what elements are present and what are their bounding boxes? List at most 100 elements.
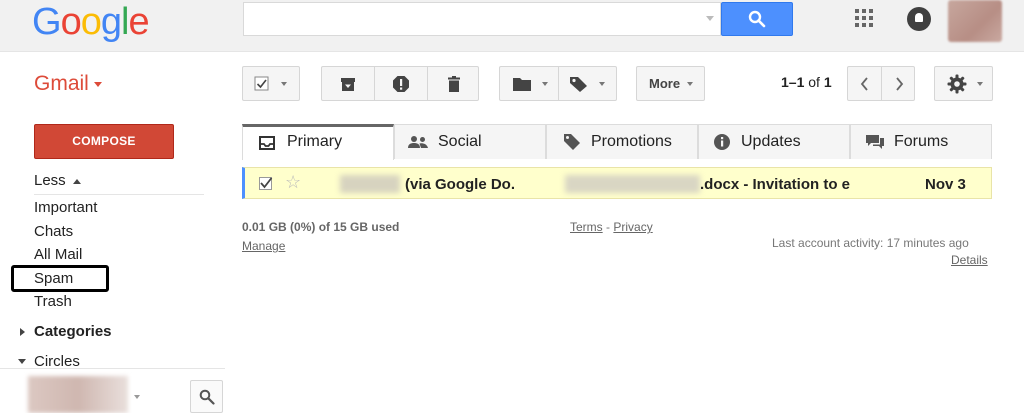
compose-button[interactable]: COMPOSE xyxy=(34,124,174,159)
checkmark-icon xyxy=(260,177,273,189)
top-bar: Google xyxy=(0,0,1024,52)
delete-button[interactable] xyxy=(428,67,480,100)
message-row[interactable]: ☆ (via Google Do. .docx - Invitation to … xyxy=(242,167,992,199)
sidebar-item-categories[interactable]: Categories xyxy=(34,323,112,340)
privacy-link[interactable]: Privacy xyxy=(613,220,652,234)
gmail-label: Gmail xyxy=(34,72,89,95)
pager-range: 1–1 xyxy=(781,74,805,90)
info-icon xyxy=(714,134,730,150)
expand-icon[interactable] xyxy=(20,328,25,336)
chevron-down-icon xyxy=(687,82,693,86)
tab-promotions[interactable]: Promotions xyxy=(546,124,698,159)
tab-label: Promotions xyxy=(591,133,672,150)
settings-button[interactable] xyxy=(934,66,993,101)
labels-button[interactable] xyxy=(559,67,617,100)
chevron-down-icon[interactable] xyxy=(134,395,140,399)
notifications-icon[interactable] xyxy=(907,7,931,31)
terms-link[interactable]: Terms xyxy=(570,220,603,234)
settings-gear-icon xyxy=(947,74,967,94)
chevron-down-icon xyxy=(281,82,287,86)
tab-forums[interactable]: Forums xyxy=(850,124,992,159)
divider xyxy=(34,194,204,195)
search-icon xyxy=(199,389,215,405)
move-label-button-group xyxy=(499,66,617,101)
redacted-subject xyxy=(565,175,700,193)
report-spam-icon xyxy=(393,76,409,92)
tab-updates[interactable]: Updates xyxy=(698,124,850,159)
gmail-menu[interactable]: Gmail xyxy=(34,72,102,96)
activity-details-link[interactable]: Details xyxy=(951,253,988,267)
search-options-icon[interactable] xyxy=(706,16,714,21)
google-logo[interactable]: Google xyxy=(32,1,150,43)
move-to-button[interactable] xyxy=(500,67,558,100)
pagination-info: 1–1 of 1 xyxy=(781,74,832,90)
sidebar-item-trash[interactable]: Trash xyxy=(34,293,72,310)
next-button[interactable] xyxy=(882,67,915,100)
select-checkbox-icon xyxy=(254,76,269,91)
search-button[interactable] xyxy=(721,2,793,36)
search-input[interactable] xyxy=(243,2,721,36)
logo-letter: G xyxy=(32,1,62,43)
report-spam-button[interactable] xyxy=(375,67,427,100)
chevron-down-icon xyxy=(977,82,983,86)
tag-icon xyxy=(564,134,580,150)
collapse-icon[interactable] xyxy=(18,359,26,364)
prev-icon xyxy=(860,77,868,91)
pager-total: 1 xyxy=(823,74,832,90)
redacted-sender xyxy=(340,175,400,193)
sidebar-item-all-mail[interactable]: All Mail xyxy=(34,246,82,263)
inbox-tabs: Primary Social Promotions Updates Forums xyxy=(242,124,992,160)
search-icon xyxy=(748,10,766,28)
last-activity: Last account activity: 17 minutes ago xyxy=(772,236,969,250)
logo-letter: o xyxy=(60,1,82,43)
chevron-up-icon xyxy=(72,178,81,184)
less-label: Less xyxy=(34,172,66,189)
tab-label: Updates xyxy=(741,133,801,150)
select-button[interactable] xyxy=(242,66,300,101)
sidebar-item-important[interactable]: Important xyxy=(34,199,97,216)
pager-of: of xyxy=(808,74,820,90)
logo-letter: l xyxy=(120,1,130,43)
archive-icon xyxy=(341,78,355,91)
search-field[interactable] xyxy=(250,4,690,34)
spam-highlight-box xyxy=(11,265,109,292)
labels-icon xyxy=(570,77,587,92)
hangouts-search-button[interactable] xyxy=(190,380,223,413)
star-icon[interactable]: ☆ xyxy=(285,172,301,193)
pager-buttons xyxy=(847,66,915,101)
tab-label: Forums xyxy=(894,133,949,150)
message-subject: .docx - Invitation to e xyxy=(700,176,851,193)
delete-icon xyxy=(448,76,460,92)
move-to-folder-icon xyxy=(513,78,531,91)
sidebar-item-chats[interactable]: Chats xyxy=(34,223,73,240)
archive-button[interactable] xyxy=(322,67,374,100)
manage-storage-link[interactable]: Manage xyxy=(242,239,285,253)
next-icon xyxy=(896,77,904,91)
terms-privacy: Terms - Privacy xyxy=(570,220,653,234)
tab-primary[interactable]: Primary xyxy=(242,124,394,160)
logo-letter: o xyxy=(80,1,102,43)
account-avatar[interactable] xyxy=(948,0,1002,42)
less-toggle[interactable]: Less xyxy=(34,172,81,189)
message-sender: (via Google Do. xyxy=(405,176,516,193)
storage-usage: 0.01 GB (0%) of 15 GB used xyxy=(242,220,400,234)
more-label: More xyxy=(649,76,681,91)
message-date: Nov 3 xyxy=(925,176,966,193)
prev-button[interactable] xyxy=(848,67,881,100)
inbox-icon xyxy=(259,136,275,150)
more-button[interactable]: More xyxy=(636,66,705,101)
chevron-down-icon xyxy=(599,82,605,86)
apps-grid-icon[interactable] xyxy=(855,9,875,29)
tab-label: Social xyxy=(438,133,482,150)
action-button-group xyxy=(321,66,479,101)
chevron-down-icon xyxy=(93,81,102,87)
tab-label: Primary xyxy=(287,133,343,150)
tab-social[interactable]: Social xyxy=(394,124,546,159)
logo-letter: e xyxy=(128,1,149,43)
chat-icon xyxy=(866,135,884,149)
terms-separator: - xyxy=(606,220,611,234)
logo-letter: g xyxy=(100,1,122,43)
people-icon xyxy=(408,136,428,148)
chevron-down-icon xyxy=(542,82,548,86)
hangouts-user-avatar[interactable] xyxy=(28,376,128,413)
